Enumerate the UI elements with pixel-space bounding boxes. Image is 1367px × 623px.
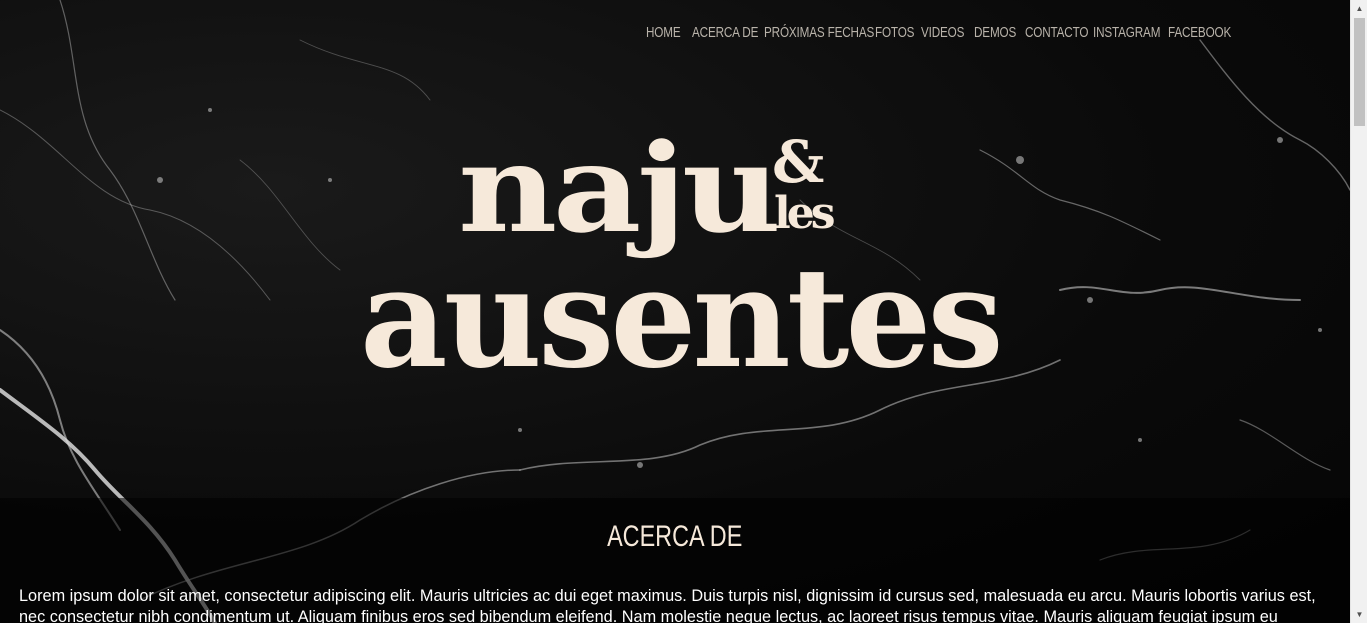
main-nav: HOME ACERCA DE PRÓXIMAS FECHAS FOTOS VID… [646, 24, 1231, 46]
nav-link-instagram[interactable]: INSTAGRAM [1093, 24, 1160, 41]
nav-item-proximas-fechas[interactable]: PRÓXIMAS FECHAS [764, 24, 875, 46]
about-body: Lorem ipsum dolor sit amet, consectetur … [19, 587, 1316, 623]
about-title-text: ACERCA DE [607, 520, 743, 553]
logo-word-les: les [774, 188, 836, 239]
nav-link-videos[interactable]: VIDEOS [921, 24, 964, 41]
nav-link-demos[interactable]: DEMOS [974, 24, 1016, 41]
nav-item-videos[interactable]: VIDEOS [921, 24, 974, 46]
nav-item-demos[interactable]: DEMOS [974, 24, 1025, 46]
scrollbar-thumb[interactable] [1354, 18, 1365, 126]
nav-item-contacto[interactable]: CONTACTO [1025, 24, 1093, 46]
logo-word-ausentes: ausentes [360, 236, 1004, 399]
nav-link-facebook[interactable]: FACEBOOK [1168, 24, 1231, 41]
vertical-scrollbar[interactable]: ▲ ▼ [1350, 0, 1367, 623]
nav-link-proximas-fechas[interactable]: PRÓXIMAS FECHAS [764, 24, 874, 41]
band-logo: naju & les ausentes [360, 116, 1004, 399]
nav-item-facebook[interactable]: FACEBOOK [1168, 24, 1231, 46]
nav-item-fotos[interactable]: FOTOS [875, 24, 921, 46]
scroll-up-arrow-icon[interactable]: ▲ [1351, 0, 1367, 17]
nav-item-acerca-de[interactable]: ACERCA DE [692, 24, 764, 46]
nav-item-home[interactable]: HOME [646, 24, 692, 46]
nav-link-contacto[interactable]: CONTACTO [1025, 24, 1088, 41]
nav-link-fotos[interactable]: FOTOS [875, 24, 914, 41]
about-title: ACERCA DE [0, 520, 1350, 554]
nav-link-home[interactable]: HOME [646, 24, 681, 41]
about-section: ACERCA DE Lorem ipsum dolor sit amet, co… [0, 498, 1350, 623]
scroll-down-arrow-icon[interactable]: ▼ [1351, 606, 1367, 623]
logo-ampersand: & [772, 128, 824, 196]
nav-link-acerca-de[interactable]: ACERCA DE [692, 24, 758, 41]
nav-item-instagram[interactable]: INSTAGRAM [1093, 24, 1168, 46]
